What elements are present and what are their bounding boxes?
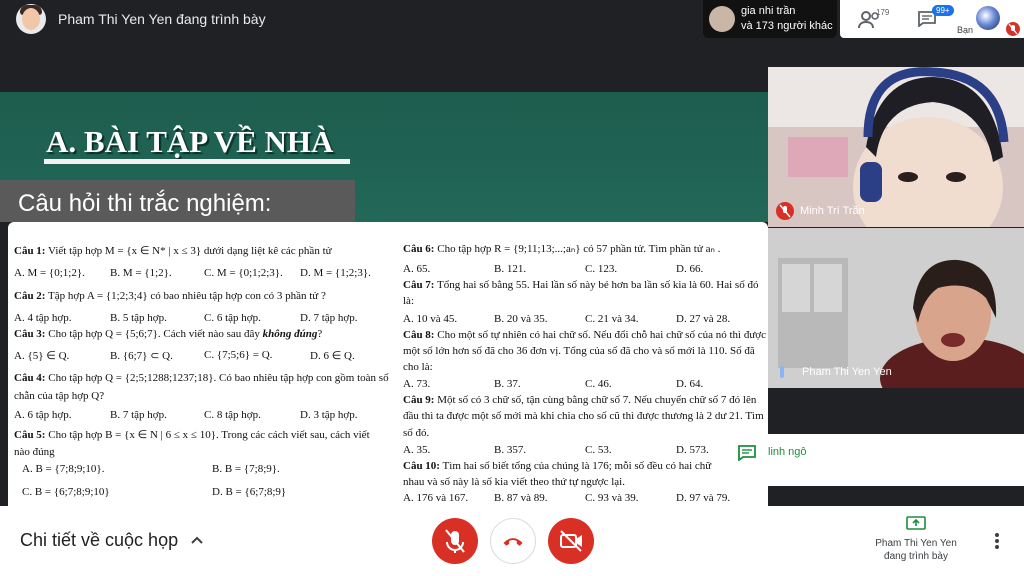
answer: D. 64. [676, 378, 704, 390]
question-4-cont: chẵn của tập hợp Q? [14, 390, 105, 402]
camera-toggle-button[interactable] [548, 518, 594, 564]
question-9-cont: số đó. [403, 427, 430, 439]
heading-underline [44, 159, 350, 164]
question-10-cont: nhau và số này là số kia viết theo thứ t… [403, 476, 625, 488]
answer: A. 73. [403, 378, 431, 390]
answer: B. 87 và 89. [494, 492, 548, 504]
participant-avatar [709, 6, 735, 32]
answer: C. {7;5;6} = Q. [204, 349, 273, 361]
answer: A. {5} ∈ Q. [14, 350, 70, 362]
answer: C. 46. [585, 378, 612, 390]
question-1: Câu 1: Viết tập hợp M = {x ∈ N* | x ≤ 3}… [14, 245, 332, 257]
answer: C. 21 và 34. [585, 313, 639, 325]
answer: A. 4 tập hợp. [14, 312, 72, 324]
chat-sender: linh ngô [768, 446, 807, 458]
answer: C. 6 tập hợp. [204, 312, 261, 324]
answer: A. 6 tập hợp. [14, 409, 72, 421]
answer: B. M = {1;2}. [110, 267, 172, 279]
participant-name: Minh Trí Trần [800, 205, 865, 217]
question-8-cont: một số lớn hơn số đã cho 36 đơn vị. Tổng… [403, 345, 755, 357]
answer: C. 123. [585, 263, 618, 275]
question-7-cont: là: [403, 295, 414, 307]
video-tile-participant-1[interactable]: Minh Trí Trần [768, 67, 1024, 227]
slide-heading: A. BÀI TẬP VỀ NHÀ [46, 124, 334, 159]
answer: B. 20 và 35. [494, 313, 548, 325]
question-7: Câu 7: Tổng hai số bằng 55. Hai lần số n… [403, 279, 759, 291]
chat-badge: 99+ [932, 5, 954, 16]
chat-notification[interactable]: linh ngô [760, 434, 1024, 486]
answer: B. B = {7;8;9}. [212, 463, 280, 475]
answer: D. 66. [676, 263, 704, 275]
presenter-avatar [16, 4, 46, 34]
video-tile-participant-2[interactable]: Pham Thi Yen Yen [768, 228, 1024, 388]
people-count: 179 [876, 8, 890, 17]
camera-off-icon [560, 530, 582, 552]
answer: C. 8 tập hợp. [204, 409, 261, 421]
presenter-title: Pham Thi Yen Yen đang trình bày [58, 11, 266, 27]
muted-icon [776, 202, 794, 220]
bottom-bar: Chi tiết về cuộc họp Pham Thi Yen Yen đa… [0, 506, 1024, 576]
self-label: Bạn [957, 25, 974, 35]
mic-off-icon [445, 529, 465, 553]
participant-name: Pham Thi Yen Yen [802, 366, 892, 378]
more-options-icon[interactable] [994, 532, 1000, 550]
answer: B. 5 tập hợp. [110, 312, 167, 324]
question-10: Câu 10: Tìm hai số biết tổng của chúng l… [403, 460, 712, 472]
self-muted-icon [1006, 22, 1020, 36]
self-avatar[interactable] [976, 6, 1000, 30]
answer: D. 97 và 79. [676, 492, 731, 504]
answer: D. 7 tập hợp. [300, 312, 358, 324]
answer: D. 573. [676, 444, 709, 456]
leave-call-button[interactable] [490, 518, 536, 564]
slide-subheading: Câu hỏi thi trắc nghiệm: [18, 190, 272, 217]
answer: A. 65. [403, 263, 431, 275]
phone-hangup-icon [503, 538, 523, 546]
chevron-up-icon[interactable] [191, 535, 203, 545]
video-feed [768, 67, 1024, 227]
question-2: Câu 2: Tập hợp A = {1;2;3;4} có bao nhiê… [14, 290, 326, 302]
present-screen-icon[interactable] [906, 516, 926, 530]
answer: B. 357. [494, 444, 527, 456]
answer: A. M = {0;1;2}. [14, 267, 85, 279]
answer: A. 10 và 45. [403, 313, 458, 325]
question-4: Câu 4: Cho tập hợp Q = {2;5;1288;1237;18… [14, 372, 389, 384]
other-participant-count: và 173 người khác [741, 20, 833, 32]
speaking-indicator-icon [780, 366, 784, 378]
answer: C. 53. [585, 444, 612, 456]
video-feed [768, 228, 1024, 388]
answer: A. 176 và 167. [403, 492, 469, 504]
quiz-document: Câu 1: Viết tập hợp M = {x ∈ N* | x ≤ 3}… [8, 222, 768, 506]
answer: D. M = {1;2;3}. [300, 267, 371, 279]
question-5: Câu 5: Cho tập hợp B = {x ∈ N | 6 ≤ x ≤ … [14, 429, 370, 441]
question-3: Câu 3: Cho tập hợp Q = {5;6;7}. Cách viế… [14, 328, 323, 340]
microphone-toggle-button[interactable] [432, 518, 478, 564]
answer: A. B = {7;8;9;10}. [22, 463, 105, 475]
answer: A. 35. [403, 444, 431, 456]
chat-message-icon [738, 445, 756, 461]
answer: C. 93 và 39. [585, 492, 639, 504]
question-9: Câu 9: Một số có 3 chữ số, tận cùng bằng… [403, 394, 757, 406]
top-right-panel: 179 99+ Bạn [840, 0, 1024, 38]
answer: C. B = {6;7;8;9;10} [22, 486, 110, 498]
answer: B. {6;7} ⊂ Q. [110, 350, 173, 362]
presenting-status: Pham Thi Yen Yen đang trình bày [875, 538, 957, 562]
answer: B. 37. [494, 378, 521, 390]
answer: D. 3 tập hợp. [300, 409, 358, 421]
meeting-details-button[interactable]: Chi tiết về cuộc họp [20, 530, 178, 551]
other-participant-name: gia nhi trần [741, 5, 796, 17]
question-8: Câu 8: Cho một số tự nhiên có hai chữ số… [403, 329, 766, 341]
answer: C. M = {0;1;2;3}. [204, 267, 283, 279]
question-6: Câu 6: Cho tập hợp R = {9;11;13;...;aₙ} … [403, 243, 721, 255]
answer: D. 6 ∈ Q. [310, 350, 355, 362]
answer: B. 121. [494, 263, 527, 275]
answer: D. 27 và 28. [676, 313, 731, 325]
other-participants-chip[interactable]: gia nhi trần và 173 người khác [703, 0, 837, 38]
answer: B. 7 tập hợp. [110, 409, 167, 421]
question-9-cont: đầu thì ta được một số mới mà khi chia c… [403, 410, 764, 422]
answer: D. B = {6;7;8;9} [212, 486, 287, 498]
question-8-cont: cho là: [403, 361, 433, 373]
question-5-cont: nào đúng [14, 446, 55, 458]
top-bar: Pham Thi Yen Yen đang trình bày gia nhi … [0, 0, 1024, 40]
